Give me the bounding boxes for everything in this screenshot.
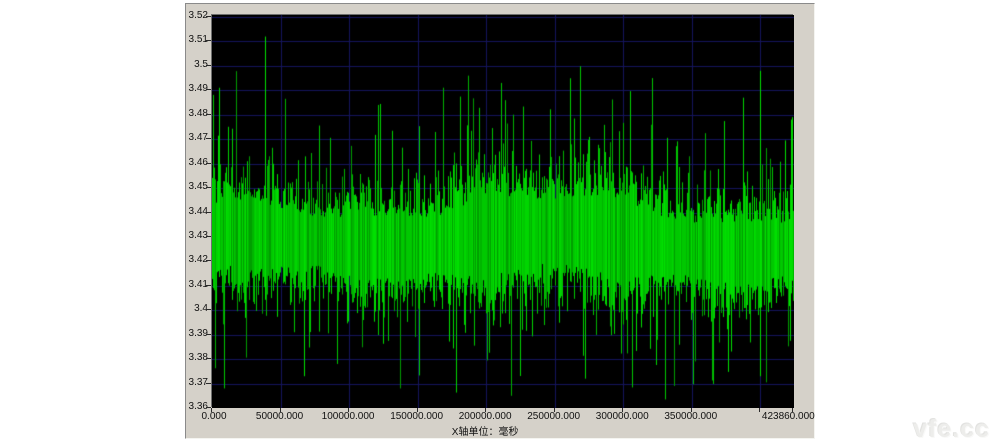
waveform-window: 3.52 3.51 3.5 3.49 3.48 3.47 3.46 3.45 3.44 3.43 3…: [185, 3, 815, 439]
y-tick-label: 3.46: [186, 158, 208, 168]
screenshot-page: 3.52 3.51 3.5 3.49 3.48 3.47 3.46 3.45 3.44 3.43 3…: [0, 0, 1000, 446]
y-tick-label: 3.39: [186, 329, 208, 339]
waveform-canvas[interactable]: [212, 15, 794, 408]
y-tick-label: 3.43: [186, 231, 208, 241]
y-tick-label: 3.52: [186, 11, 208, 21]
y-tick-label: 3.41: [186, 280, 208, 290]
y-tick-label: 3.47: [186, 133, 208, 143]
y-tick-label: 3.45: [186, 182, 208, 192]
x-tick-mark: [759, 408, 760, 412]
y-tick-label: 3.5: [186, 60, 208, 70]
y-tick-label: 3.49: [186, 84, 208, 94]
x-tick-label: 50000.000: [256, 411, 303, 422]
x-tick-label: 150000.000: [390, 411, 443, 422]
y-tick-label: 3.44: [186, 207, 208, 217]
x-tick-label: 100000.000: [322, 411, 375, 422]
x-tick-label: 200000.000: [459, 411, 512, 422]
y-tick-label: 3.48: [186, 109, 208, 119]
x-tick-label: 0.000: [201, 411, 226, 422]
y-tick-label: 3.51: [186, 35, 208, 45]
plot-area[interactable]: [211, 14, 793, 407]
y-tick-label: 3.4: [186, 304, 208, 314]
y-tick-label: 3.38: [186, 353, 208, 363]
vfe-watermark: vfe.cc: [913, 415, 990, 444]
x-axis-unit-label: X轴单位：毫秒: [452, 423, 519, 438]
y-tick-label: 3.37: [186, 378, 208, 388]
x-tick-label: 423860.000: [762, 411, 815, 422]
x-tick-label: 300000.000: [596, 411, 649, 422]
x-tick-label: 250000.000: [527, 411, 580, 422]
y-tick-label: 3.42: [186, 255, 208, 265]
x-tick-label: 350000.000: [664, 411, 717, 422]
